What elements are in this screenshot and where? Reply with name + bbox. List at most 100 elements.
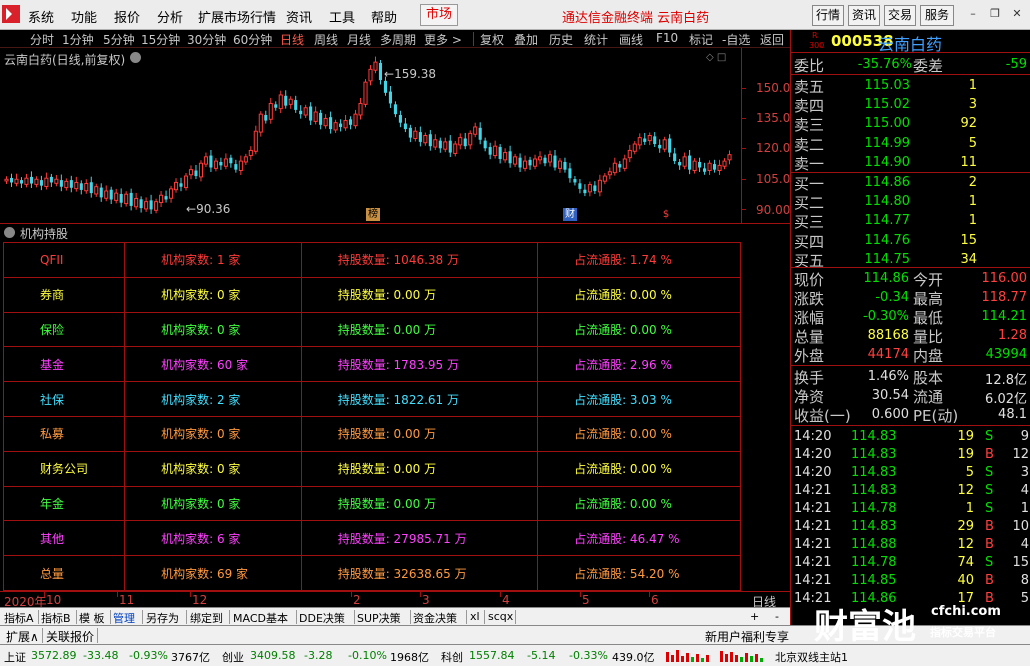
tab-indicator-a[interactable]: 指标A — [4, 610, 34, 626]
period-30min[interactable]: 30分钟 — [187, 31, 226, 48]
menu-extended-market[interactable]: 扩展市场行情 — [198, 7, 276, 26]
period-monthly[interactable]: 月线 — [347, 31, 371, 48]
index-sh-label[interactable]: 上证 — [4, 649, 26, 665]
candle-body — [547, 154, 553, 163]
brand-tagline: 指标交易平台 — [930, 626, 996, 639]
close-icon[interactable]: ✕ — [1010, 7, 1024, 21]
index-kc-label[interactable]: 科创 — [441, 649, 463, 665]
weicha-label: 委差 — [913, 57, 944, 75]
index-badge: 300 — [809, 41, 825, 50]
menu-tools[interactable]: 工具 — [329, 7, 355, 26]
period-multi[interactable]: 多周期 — [380, 31, 416, 48]
tool-adjust[interactable]: 复权 — [480, 31, 504, 48]
tick-row: 14:21 114.83 29 B 10 — [791, 519, 1030, 537]
period-weekly[interactable]: 周线 — [314, 31, 338, 48]
quote-mode-button[interactable]: 行情 — [812, 5, 844, 26]
candle-body — [703, 168, 707, 172]
low-price-value: 90.36 — [196, 202, 231, 216]
stat-label: 涨跌 — [794, 290, 825, 308]
candle-body — [339, 123, 343, 127]
menu-function[interactable]: 功能 — [71, 7, 97, 26]
index-cy-label[interactable]: 创业 — [222, 649, 244, 665]
tab-bind-to[interactable]: 绑定到 — [190, 610, 223, 626]
candle-body — [673, 153, 677, 162]
event-finance-marker[interactable]: 财 — [563, 208, 577, 221]
tool-history[interactable]: 历史 — [549, 31, 573, 48]
tool-remove-watch[interactable]: -自选 — [722, 31, 750, 48]
remove-indicator-button[interactable]: - — [775, 610, 779, 623]
tool-back[interactable]: 返回 — [760, 31, 784, 48]
server-label[interactable]: 北京双线主站1 — [775, 649, 848, 665]
service-mode-button[interactable]: 服务 — [920, 5, 954, 26]
bid-volume: 34 — [960, 251, 977, 267]
bid-price: 114.75 — [864, 251, 911, 267]
candle-body — [323, 117, 328, 127]
collapse-icon[interactable] — [4, 227, 15, 238]
tool-f10[interactable]: F10 — [656, 31, 678, 45]
restore-icon[interactable]: ❐ — [988, 7, 1002, 21]
menu-news[interactable]: 资讯 — [286, 7, 312, 26]
event-dividend-marker[interactable]: $ — [659, 208, 673, 221]
period-intraday[interactable]: 分时 — [30, 31, 54, 48]
add-indicator-button[interactable]: + — [750, 610, 759, 623]
candle-body — [284, 95, 288, 106]
news-mode-button[interactable]: 资讯 — [848, 5, 880, 26]
tick-count: 4 — [1020, 537, 1029, 552]
tab-indicator-b[interactable]: 指标B — [41, 610, 71, 626]
candle-body — [647, 135, 652, 142]
menu-help[interactable]: 帮助 — [371, 7, 397, 26]
period-60min[interactable]: 60分钟 — [233, 31, 272, 48]
candle-body — [303, 107, 308, 116]
tool-statistics[interactable]: 统计 — [584, 31, 608, 48]
y-tick-mark — [741, 118, 746, 119]
tool-draw[interactable]: 画线 — [619, 31, 643, 48]
period-more[interactable]: 更多 > — [424, 31, 462, 48]
tick-price: 114.83 — [851, 447, 897, 462]
market-button[interactable]: 市场 — [420, 4, 458, 26]
tab-dde[interactable]: DDE决策 — [299, 610, 345, 626]
tab-divider — [142, 610, 143, 624]
institution-shares: 持股数量: 32638.65 万 — [300, 555, 539, 591]
period-5min[interactable]: 5分钟 — [103, 31, 135, 48]
period-15min[interactable]: 15分钟 — [141, 31, 180, 48]
tab-divider — [354, 610, 355, 624]
tab-divider — [515, 610, 516, 624]
tab-manage[interactable]: 管理 — [113, 610, 135, 626]
tab-macd[interactable]: MACD基本 — [233, 610, 288, 626]
candle-body — [418, 132, 422, 142]
period-daily[interactable]: 日线 — [280, 31, 304, 48]
tab-fund[interactable]: 资金决策 — [413, 610, 457, 626]
tab-extend[interactable]: 扩展∧ — [6, 628, 39, 645]
tab-save-as[interactable]: 另存为 — [146, 610, 179, 626]
kline-chart[interactable]: 云南白药(日线,前复权) ◇ □ 150.0 135.0 120.0 105.0… — [0, 48, 790, 223]
tick-side: S — [985, 501, 994, 516]
institution-float-pct: 占流通股: 0.00 % — [537, 276, 741, 313]
menu-system[interactable]: 系统 — [28, 7, 54, 26]
date-tick: 3 — [422, 593, 430, 607]
candle-body — [563, 161, 567, 170]
promo-link[interactable]: 新用户福利专享 — [705, 628, 789, 645]
event-rank-marker[interactable]: 榜 — [366, 208, 380, 221]
period-1min[interactable]: 1分钟 — [62, 31, 94, 48]
tick-count: 9 — [1020, 429, 1029, 444]
tool-overlay[interactable]: 叠加 — [514, 31, 538, 48]
trade-mode-button[interactable]: 交易 — [884, 5, 916, 26]
candle-body — [358, 102, 363, 116]
candle-body — [238, 160, 243, 171]
menu-analysis[interactable]: 分析 — [157, 7, 183, 26]
tab-xl[interactable]: xl — [470, 610, 480, 623]
candle-body — [583, 189, 587, 194]
tab-divider — [97, 628, 98, 643]
fundamental-label: 股本 — [913, 369, 944, 387]
tool-mark[interactable]: 标记 — [689, 31, 713, 48]
divider — [791, 365, 1030, 366]
minimize-icon[interactable]: – — [966, 7, 980, 21]
tick-time: 14:20 — [794, 429, 832, 444]
tab-scqx[interactable]: scqx — [488, 610, 513, 623]
ask-volume: 3 — [968, 97, 977, 113]
tab-template[interactable]: 模 板 — [79, 610, 105, 626]
tab-divider — [110, 610, 111, 624]
menu-quote[interactable]: 报价 — [114, 7, 140, 26]
tab-sup[interactable]: SUP决策 — [357, 610, 401, 626]
tab-related-quotes[interactable]: 关联报价 — [46, 628, 94, 645]
